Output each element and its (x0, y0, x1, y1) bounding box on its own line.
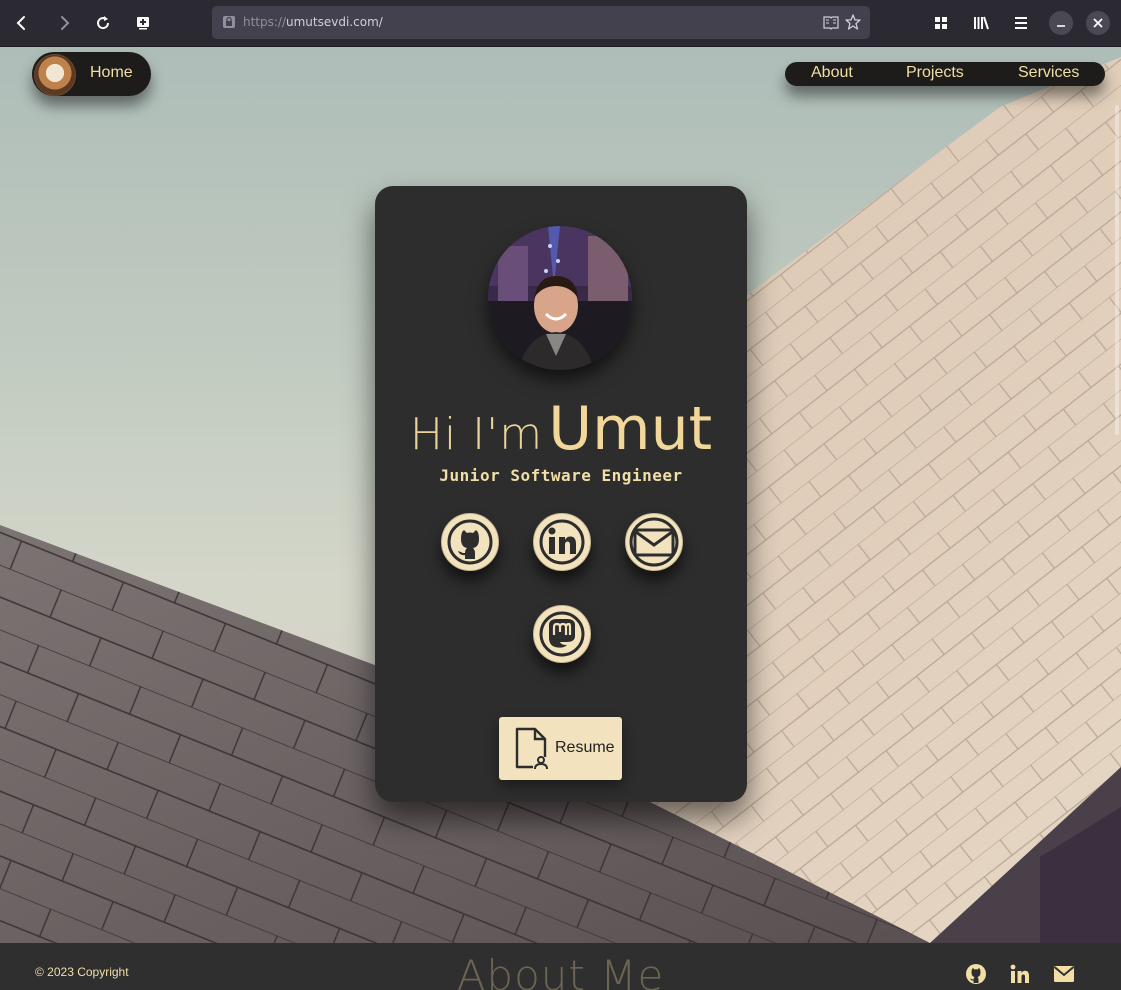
about-section-heading: About Me (456, 951, 665, 990)
minimize-icon (1057, 25, 1065, 27)
resume-label: Resume (555, 739, 615, 756)
screenshot-button[interactable] (128, 8, 158, 38)
github-icon (447, 519, 493, 565)
linkedin-icon[interactable] (1009, 963, 1031, 985)
nav-link-projects[interactable]: Projects (906, 64, 964, 82)
close-icon (1093, 18, 1103, 28)
footer: © 2023 Copyright About Me (0, 943, 1121, 990)
reader-view-icon[interactable] (823, 15, 839, 30)
linkedin-icon (539, 519, 585, 565)
profile-photo (488, 226, 632, 370)
nav-link-about[interactable]: About (811, 64, 853, 82)
bookmark-star-icon[interactable] (845, 14, 861, 30)
github-icon[interactable] (965, 963, 987, 985)
app-menu-button[interactable] (1006, 8, 1036, 38)
email-link[interactable] (625, 513, 683, 571)
screenshot-icon (137, 17, 149, 30)
greeting-text: Hi I'm (409, 409, 544, 460)
page-scrollbar[interactable] (1115, 105, 1119, 435)
reload-button[interactable] (88, 8, 118, 38)
avatar (34, 54, 76, 96)
address-bar[interactable]: https://umutsevdi.com/ (212, 6, 870, 39)
github-link[interactable] (441, 513, 499, 571)
linkedin-link[interactable] (533, 513, 591, 571)
email-icon[interactable] (1053, 963, 1075, 985)
back-button[interactable] (7, 8, 37, 38)
reload-icon (97, 16, 110, 30)
browser-toolbar: https://umutsevdi.com/ (0, 0, 1121, 47)
email-icon (629, 517, 679, 567)
back-icon (16, 16, 25, 30)
extensions-button[interactable] (926, 8, 956, 38)
forward-icon (61, 16, 70, 30)
library-button[interactable] (966, 8, 996, 38)
mastodon-icon (539, 611, 585, 657)
page-viewport: Home About Projects Services Hi I'm Umut… (0, 47, 1121, 943)
grid-icon (935, 17, 947, 29)
profile-card: Hi I'm Umut Junior Software Engineer Res… (375, 186, 747, 802)
library-icon (974, 16, 989, 30)
forward-button[interactable] (49, 8, 79, 38)
minimize-button[interactable] (1049, 11, 1073, 35)
home-label: Home (90, 64, 133, 81)
nav-link-services[interactable]: Services (1018, 64, 1079, 82)
main-nav: About Projects Services (785, 62, 1105, 86)
mastodon-link[interactable] (533, 605, 591, 663)
name-text: Umut (548, 394, 713, 464)
document-user-icon (515, 727, 549, 771)
close-window-button[interactable] (1086, 11, 1110, 35)
headline: Hi I'm Umut (375, 394, 747, 464)
home-nav-button[interactable]: Home (32, 52, 151, 96)
url-text: https://umutsevdi.com/ (243, 15, 383, 29)
resume-button[interactable]: Resume (499, 717, 622, 780)
job-title: Junior Software Engineer (439, 466, 683, 485)
menu-icon (1015, 17, 1027, 29)
lock-icon (223, 16, 235, 28)
